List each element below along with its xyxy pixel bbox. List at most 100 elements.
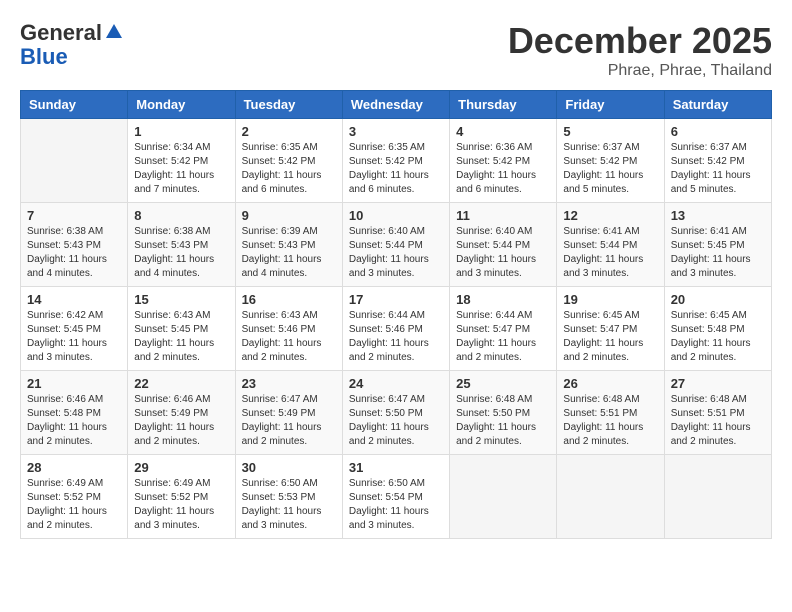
- day-number: 23: [242, 376, 336, 391]
- calendar-cell: 23 Sunrise: 6:47 AMSunset: 5:49 PMDayligh…: [235, 371, 342, 455]
- day-number: 26: [563, 376, 657, 391]
- logo-triangle-icon: [106, 24, 122, 38]
- day-info: Sunrise: 6:37 AMSunset: 5:42 PMDaylight:…: [563, 141, 657, 197]
- calendar-cell: 11 Sunrise: 6:40 AMSunset: 5:44 PMDayligh…: [450, 203, 557, 287]
- day-info: Sunrise: 6:47 AMSunset: 5:49 PMDaylight:…: [242, 393, 336, 449]
- day-number: 5: [563, 124, 657, 139]
- page-header: General Blue December 2025 Phrae, Phrae,…: [20, 20, 772, 80]
- day-info: Sunrise: 6:37 AMSunset: 5:42 PMDaylight:…: [671, 141, 765, 197]
- day-info: Sunrise: 6:49 AMSunset: 5:52 PMDaylight:…: [134, 477, 228, 533]
- day-number: 3: [349, 124, 443, 139]
- calendar-header-row: SundayMondayTuesdayWednesdayThursdayFrid…: [21, 91, 772, 119]
- day-info: Sunrise: 6:43 AMSunset: 5:46 PMDaylight:…: [242, 309, 336, 365]
- day-number: 14: [27, 292, 121, 307]
- day-number: 4: [456, 124, 550, 139]
- calendar-week-row: 28 Sunrise: 6:49 AMSunset: 5:52 PMDayligh…: [21, 455, 772, 539]
- calendar-cell: 16Sunrise: 6:43 AMSunset: 5:46 PMDayligh…: [235, 287, 342, 371]
- day-info: Sunrise: 6:44 AMSunset: 5:46 PMDaylight:…: [349, 309, 443, 365]
- weekday-header: Thursday: [450, 91, 557, 119]
- calendar-cell: [664, 455, 771, 539]
- day-number: 22: [134, 376, 228, 391]
- logo: General Blue: [20, 20, 122, 68]
- day-info: Sunrise: 6:34 AMSunset: 5:42 PMDaylight:…: [134, 141, 228, 197]
- month-year-title: December 2025: [508, 20, 772, 62]
- day-number: 6: [671, 124, 765, 139]
- day-info: Sunrise: 6:41 AMSunset: 5:45 PMDaylight:…: [671, 225, 765, 281]
- day-info: Sunrise: 6:35 AMSunset: 5:42 PMDaylight:…: [349, 141, 443, 197]
- day-info: Sunrise: 6:46 AMSunset: 5:48 PMDaylight:…: [27, 393, 121, 449]
- calendar-cell: 5 Sunrise: 6:37 AMSunset: 5:42 PMDaylight…: [557, 119, 664, 203]
- weekday-header: Wednesday: [342, 91, 449, 119]
- calendar-cell: 25 Sunrise: 6:48 AMSunset: 5:50 PMDayligh…: [450, 371, 557, 455]
- calendar-cell: 12 Sunrise: 6:41 AMSunset: 5:44 PMDayligh…: [557, 203, 664, 287]
- weekday-header: Tuesday: [235, 91, 342, 119]
- day-number: 7: [27, 208, 121, 223]
- calendar-cell: 27 Sunrise: 6:48 AMSunset: 5:51 PMDayligh…: [664, 371, 771, 455]
- calendar-cell: 1 Sunrise: 6:34 AMSunset: 5:42 PMDaylight…: [128, 119, 235, 203]
- day-number: 25: [456, 376, 550, 391]
- day-number: 18: [456, 292, 550, 307]
- day-info: Sunrise: 6:48 AMSunset: 5:51 PMDaylight:…: [671, 393, 765, 449]
- calendar-cell: 8Sunrise: 6:38 AMSunset: 5:43 PMDaylight…: [128, 203, 235, 287]
- day-info: Sunrise: 6:50 AMSunset: 5:53 PMDaylight:…: [242, 477, 336, 533]
- calendar-cell: 17 Sunrise: 6:44 AMSunset: 5:46 PMDayligh…: [342, 287, 449, 371]
- calendar-cell: 26 Sunrise: 6:48 AMSunset: 5:51 PMDayligh…: [557, 371, 664, 455]
- weekday-header: Sunday: [21, 91, 128, 119]
- calendar-cell: 24Sunrise: 6:47 AMSunset: 5:50 PMDayligh…: [342, 371, 449, 455]
- day-info: Sunrise: 6:45 AMSunset: 5:48 PMDaylight:…: [671, 309, 765, 365]
- calendar-cell: 28Sunrise: 6:49 AMSunset: 5:52 PMDayligh…: [21, 455, 128, 539]
- day-info: Sunrise: 6:42 AMSunset: 5:45 PMDaylight:…: [27, 309, 121, 365]
- day-number: 19: [563, 292, 657, 307]
- calendar-cell: 2Sunrise: 6:35 AMSunset: 5:42 PMDaylight…: [235, 119, 342, 203]
- title-block: December 2025 Phrae, Phrae, Thailand: [508, 20, 772, 80]
- logo-general-text: General: [20, 20, 102, 46]
- calendar-cell: 21 Sunrise: 6:46 AMSunset: 5:48 PMDayligh…: [21, 371, 128, 455]
- day-info: Sunrise: 6:44 AMSunset: 5:47 PMDaylight:…: [456, 309, 550, 365]
- calendar-cell: 14 Sunrise: 6:42 AMSunset: 5:45 PMDayligh…: [21, 287, 128, 371]
- day-number: 1: [134, 124, 228, 139]
- logo-blue-text: Blue: [20, 46, 68, 68]
- day-info: Sunrise: 6:48 AMSunset: 5:50 PMDaylight:…: [456, 393, 550, 449]
- calendar-cell: [557, 455, 664, 539]
- calendar-cell: 10 Sunrise: 6:40 AMSunset: 5:44 PMDayligh…: [342, 203, 449, 287]
- day-number: 28: [27, 460, 121, 475]
- calendar-week-row: 7 Sunrise: 6:38 AMSunset: 5:43 PMDaylight…: [21, 203, 772, 287]
- day-number: 10: [349, 208, 443, 223]
- day-number: 27: [671, 376, 765, 391]
- day-info: Sunrise: 6:45 AMSunset: 5:47 PMDaylight:…: [563, 309, 657, 365]
- calendar-cell: 31Sunrise: 6:50 AMSunset: 5:54 PMDayligh…: [342, 455, 449, 539]
- day-number: 29: [134, 460, 228, 475]
- day-info: Sunrise: 6:35 AMSunset: 5:42 PMDaylight:…: [242, 141, 336, 197]
- day-info: Sunrise: 6:40 AMSunset: 5:44 PMDaylight:…: [456, 225, 550, 281]
- day-number: 11: [456, 208, 550, 223]
- calendar-cell: 7 Sunrise: 6:38 AMSunset: 5:43 PMDaylight…: [21, 203, 128, 287]
- day-number: 21: [27, 376, 121, 391]
- day-number: 15: [134, 292, 228, 307]
- calendar-cell: [450, 455, 557, 539]
- day-info: Sunrise: 6:47 AMSunset: 5:50 PMDaylight:…: [349, 393, 443, 449]
- calendar-week-row: 14 Sunrise: 6:42 AMSunset: 5:45 PMDayligh…: [21, 287, 772, 371]
- weekday-header: Friday: [557, 91, 664, 119]
- calendar-cell: 15 Sunrise: 6:43 AMSunset: 5:45 PMDayligh…: [128, 287, 235, 371]
- calendar-cell: 18 Sunrise: 6:44 AMSunset: 5:47 PMDayligh…: [450, 287, 557, 371]
- day-number: 30: [242, 460, 336, 475]
- day-info: Sunrise: 6:48 AMSunset: 5:51 PMDaylight:…: [563, 393, 657, 449]
- calendar-cell: 29 Sunrise: 6:49 AMSunset: 5:52 PMDayligh…: [128, 455, 235, 539]
- calendar-cell: 9Sunrise: 6:39 AMSunset: 5:43 PMDaylight…: [235, 203, 342, 287]
- calendar-table: SundayMondayTuesdayWednesdayThursdayFrid…: [20, 90, 772, 539]
- calendar-cell: 3 Sunrise: 6:35 AMSunset: 5:42 PMDaylight…: [342, 119, 449, 203]
- day-number: 12: [563, 208, 657, 223]
- day-info: Sunrise: 6:43 AMSunset: 5:45 PMDaylight:…: [134, 309, 228, 365]
- day-info: Sunrise: 6:50 AMSunset: 5:54 PMDaylight:…: [349, 477, 443, 533]
- day-info: Sunrise: 6:46 AMSunset: 5:49 PMDaylight:…: [134, 393, 228, 449]
- calendar-cell: [21, 119, 128, 203]
- calendar-week-row: 21 Sunrise: 6:46 AMSunset: 5:48 PMDayligh…: [21, 371, 772, 455]
- day-info: Sunrise: 6:41 AMSunset: 5:44 PMDaylight:…: [563, 225, 657, 281]
- calendar-cell: 22 Sunrise: 6:46 AMSunset: 5:49 PMDayligh…: [128, 371, 235, 455]
- day-info: Sunrise: 6:40 AMSunset: 5:44 PMDaylight:…: [349, 225, 443, 281]
- day-info: Sunrise: 6:38 AMSunset: 5:43 PMDaylight:…: [134, 225, 228, 281]
- day-info: Sunrise: 6:38 AMSunset: 5:43 PMDaylight:…: [27, 225, 121, 281]
- day-number: 17: [349, 292, 443, 307]
- location-subtitle: Phrae, Phrae, Thailand: [508, 62, 772, 80]
- calendar-cell: 30 Sunrise: 6:50 AMSunset: 5:53 PMDayligh…: [235, 455, 342, 539]
